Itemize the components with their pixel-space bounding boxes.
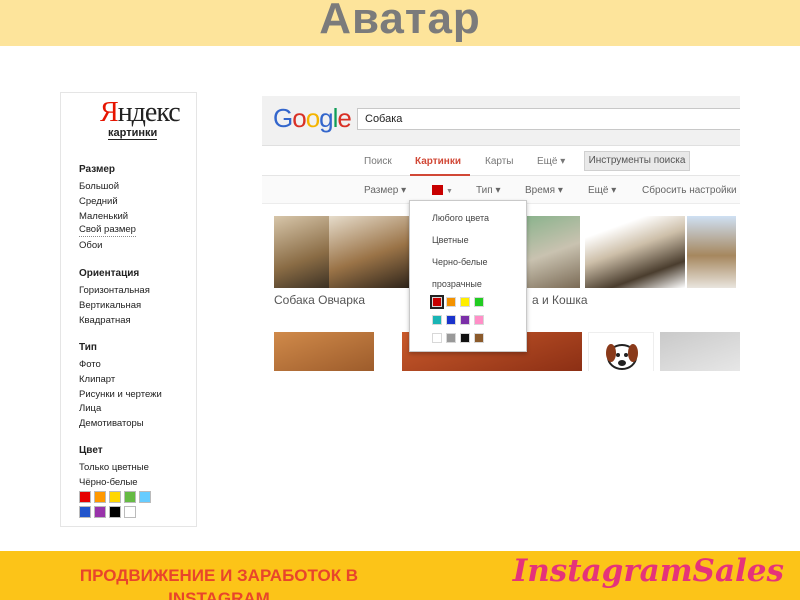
filter-heading-color: Цвет xyxy=(79,445,103,456)
caption-dog-cat[interactable]: а и Кошка xyxy=(532,293,588,307)
filter-size-wallpaper[interactable]: Обои xyxy=(79,239,136,254)
google-images-panel: Google Собака Поиск Картинки Карты Ещё ▾… xyxy=(262,96,740,371)
filter-group-size: Размер Большой Средний Маленький Свой ра… xyxy=(79,164,136,254)
filter-heading-size: Размер xyxy=(79,164,116,175)
yandex-color-swatch[interactable] xyxy=(79,506,91,518)
cartoon-dog-icon xyxy=(606,344,638,370)
yandex-color-swatch[interactable] xyxy=(124,491,136,503)
color-option-transparent[interactable]: прозрачные xyxy=(432,279,482,289)
color-option-colored[interactable]: Цветные xyxy=(432,235,469,245)
yandex-images-subtitle[interactable]: картинки xyxy=(108,127,158,140)
color-filter-menu: Любого цвета Цветные Черно-белые прозрач… xyxy=(409,200,527,352)
filter-color-only[interactable]: Только цветные xyxy=(79,461,149,476)
instagram-sales-logo: InstagramSales xyxy=(512,553,784,589)
filter-group-type: Тип Фото Клипарт Рисунки и чертежи Лица … xyxy=(79,342,162,432)
result-image-row2-4[interactable] xyxy=(660,332,740,371)
filter-type-dropdown[interactable]: Тип ▾ xyxy=(476,185,500,196)
yandex-color-swatch[interactable] xyxy=(124,506,136,518)
color-swatch-grid xyxy=(430,295,502,351)
tab-search[interactable]: Поиск xyxy=(364,156,392,167)
yandex-images-sidebar: Яндекс картинки Размер Большой Средний М… xyxy=(60,92,197,527)
result-image-row2-1[interactable] xyxy=(274,332,374,371)
color-swatch[interactable] xyxy=(474,333,484,343)
color-swatch[interactable] xyxy=(446,315,456,325)
search-tools-button[interactable]: Инструменты поиска xyxy=(584,151,690,171)
filter-size-small[interactable]: Маленький xyxy=(79,210,136,225)
slide-footer: ПРОДВИЖЕНИЕ И ЗАРАБОТОК В INSTAGRAM Inst… xyxy=(0,551,800,600)
filter-heading-type: Тип xyxy=(79,342,97,353)
color-swatch[interactable] xyxy=(474,297,484,307)
yandex-color-swatches xyxy=(79,491,159,521)
filter-group-color: Цвет Только цветные Чёрно-белые xyxy=(79,445,149,491)
caption-shepherd[interactable]: Собака Овчарка xyxy=(274,293,365,307)
filter-size-medium[interactable]: Средний xyxy=(79,195,136,210)
yandex-color-swatch[interactable] xyxy=(109,491,121,503)
color-swatch[interactable] xyxy=(432,333,442,343)
result-image-cartoon-dog[interactable] xyxy=(588,332,654,371)
color-swatch[interactable] xyxy=(432,315,442,325)
filter-heading-orientation: Ориентация xyxy=(79,268,140,279)
color-swatch[interactable] xyxy=(430,295,444,309)
filter-time-dropdown[interactable]: Время ▾ xyxy=(525,185,563,196)
yandex-color-swatch[interactable] xyxy=(109,506,121,518)
result-image-pets[interactable] xyxy=(687,216,736,288)
yandex-color-swatch[interactable] xyxy=(79,491,91,503)
color-option-bw[interactable]: Черно-белые xyxy=(432,257,487,267)
filter-type-demotivators[interactable]: Демотиваторы xyxy=(79,417,162,432)
tab-maps[interactable]: Карты xyxy=(485,156,514,167)
slide-header: Аватар xyxy=(0,0,800,46)
filter-size-large[interactable]: Большой xyxy=(79,180,136,195)
filter-type-clipart[interactable]: Клипарт xyxy=(79,373,162,388)
color-swatch[interactable] xyxy=(460,315,470,325)
result-image-dog-cat[interactable] xyxy=(585,216,685,288)
chevron-down-icon: ▼ xyxy=(446,188,453,195)
yandex-color-swatch[interactable] xyxy=(94,491,106,503)
color-swatch[interactable] xyxy=(474,315,484,325)
result-image-kittens[interactable] xyxy=(527,216,580,288)
yandex-logo[interactable]: Яндекс xyxy=(100,97,181,129)
filter-type-photo[interactable]: Фото xyxy=(79,358,162,373)
filter-size-dropdown[interactable]: Размер ▾ xyxy=(364,185,406,196)
slide-title: Аватар xyxy=(319,0,481,43)
filter-orientation-square[interactable]: Квадратная xyxy=(79,314,150,329)
tab-images[interactable]: Картинки xyxy=(415,156,461,167)
color-option-any[interactable]: Любого цвета xyxy=(432,213,489,223)
google-header: Google Собака xyxy=(262,96,740,146)
filter-size-custom[interactable]: Свой размер xyxy=(79,224,136,238)
search-input[interactable]: Собака xyxy=(357,108,740,130)
color-swatch[interactable] xyxy=(460,297,470,307)
google-tabs: Поиск Картинки Карты Ещё ▾ Инструменты п… xyxy=(262,146,740,176)
filter-more-dropdown[interactable]: Ещё ▾ xyxy=(588,185,616,196)
filter-orientation-vertical[interactable]: Вертикальная xyxy=(79,299,150,314)
color-filter-dropdown[interactable] xyxy=(432,185,443,195)
yandex-color-swatch[interactable] xyxy=(139,491,151,503)
reset-settings-link[interactable]: Сбросить настройки xyxy=(642,185,737,196)
color-swatch[interactable] xyxy=(446,297,456,307)
tab-more[interactable]: Ещё ▾ xyxy=(537,156,565,167)
result-image-shepherd-1[interactable] xyxy=(274,216,329,288)
filter-black-white[interactable]: Чёрно-белые xyxy=(79,476,149,491)
filter-group-orientation: Ориентация Горизонтальная Вертикальная К… xyxy=(79,268,150,328)
color-swatch[interactable] xyxy=(446,333,456,343)
result-image-shepherd-2[interactable] xyxy=(329,216,409,288)
yandex-color-swatch[interactable] xyxy=(94,506,106,518)
google-logo[interactable]: Google xyxy=(273,103,352,134)
footer-text: ПРОДВИЖЕНИЕ И ЗАРАБОТОК В INSTAGRAM xyxy=(79,566,359,600)
filter-type-drawings[interactable]: Рисунки и чертежи xyxy=(79,388,162,403)
filter-type-faces[interactable]: Лица xyxy=(79,402,162,417)
filter-orientation-horizontal[interactable]: Горизонтальная xyxy=(79,284,150,299)
color-swatch[interactable] xyxy=(460,333,470,343)
